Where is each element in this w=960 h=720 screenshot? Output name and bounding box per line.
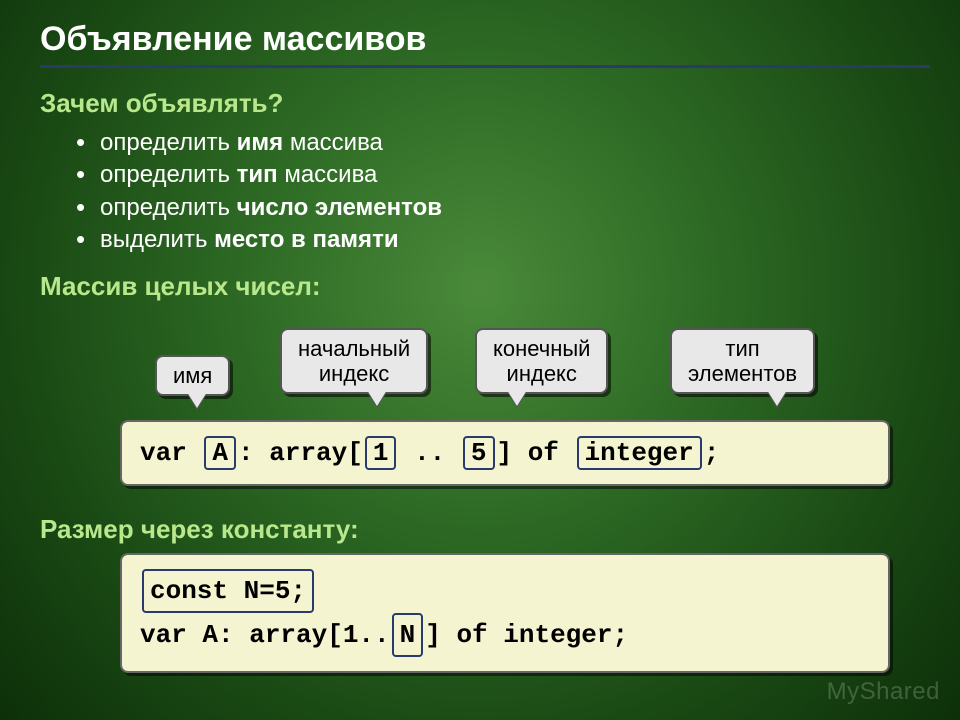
declaration-diagram: имя начальный индекс конечный индекс тип… bbox=[40, 310, 930, 510]
callout-end-index: конечный индекс bbox=[475, 328, 608, 395]
bullet-bold: тип bbox=[237, 161, 278, 188]
bullet-item: определить число элементов bbox=[100, 192, 930, 224]
bullet-bold: имя bbox=[237, 129, 284, 156]
callout-name: имя bbox=[155, 355, 230, 396]
bullet-pre: определить bbox=[100, 194, 237, 221]
code-array-name: A bbox=[204, 436, 236, 470]
code-token: : array[ bbox=[238, 438, 363, 468]
bullet-item: определить имя массива bbox=[100, 127, 930, 159]
bullet-item: определить тип массива bbox=[100, 159, 930, 191]
code-token: .. bbox=[398, 438, 460, 468]
const-heading: Размер через константу: bbox=[40, 514, 930, 545]
callout-text: начальный индекс bbox=[298, 336, 410, 386]
title-underline bbox=[40, 65, 930, 68]
code-n: N bbox=[392, 613, 424, 657]
slide-title: Объявление массивов bbox=[40, 20, 930, 59]
callout-text: имя bbox=[173, 363, 212, 388]
code-token: var bbox=[140, 438, 202, 468]
code-element-type: integer bbox=[577, 436, 702, 470]
code-const-declaration: const N=5; var A: array[1..N] of integer… bbox=[120, 553, 890, 674]
callout-element-type: тип элементов bbox=[670, 328, 815, 395]
why-bullets: определить имя массива определить тип ма… bbox=[40, 127, 930, 257]
callout-text: конечный индекс bbox=[493, 336, 590, 386]
callout-start-index: начальный индекс bbox=[280, 328, 428, 395]
slide: Объявление массивов Зачем объявлять? опр… bbox=[0, 0, 960, 720]
code-token: var A: array[1.. bbox=[140, 620, 390, 650]
watermark: MyShared bbox=[827, 678, 940, 706]
bullet-pre: определить bbox=[100, 161, 237, 188]
code-token: ] of integer; bbox=[425, 620, 628, 650]
bullet-bold: место в памяти bbox=[214, 226, 398, 253]
code-token: ; bbox=[704, 438, 720, 468]
int-array-heading: Массив целых чисел: bbox=[40, 271, 930, 302]
code-token: ] of bbox=[497, 438, 575, 468]
bullet-post: массива bbox=[283, 129, 383, 156]
bullet-item: выделить место в памяти bbox=[100, 224, 930, 256]
code-index-start: 1 bbox=[365, 436, 397, 470]
bullet-pre: выделить bbox=[100, 226, 214, 253]
why-heading: Зачем объявлять? bbox=[40, 88, 930, 119]
code-declaration: var A: array[1 .. 5] of integer; bbox=[120, 420, 890, 486]
bullet-bold: число элементов bbox=[237, 194, 442, 221]
bullet-post: массива bbox=[278, 161, 378, 188]
code-const-line: const N=5; bbox=[142, 569, 314, 613]
bullet-pre: определить bbox=[100, 129, 237, 156]
callout-text: тип элементов bbox=[688, 336, 797, 386]
code-index-end: 5 bbox=[463, 436, 495, 470]
